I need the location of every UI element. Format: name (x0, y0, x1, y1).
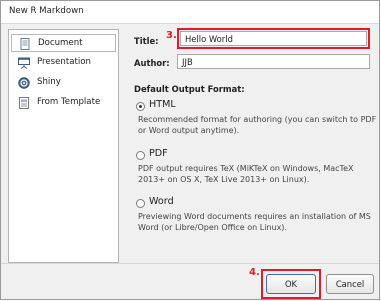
template-icon (19, 97, 29, 109)
format-sidebar: Document Presentation Shiny From Templat… (8, 29, 119, 263)
step-3-annotation: 3. (166, 30, 177, 41)
word-radio[interactable] (136, 199, 145, 208)
footer-divider (1, 263, 379, 264)
sidebar-item-document[interactable]: Document (11, 34, 116, 52)
sidebar-item-label: Presentation (37, 57, 91, 67)
author-label: Author: (134, 58, 170, 68)
title-label: Title: (134, 36, 159, 46)
shiny-icon (18, 77, 30, 89)
title-input[interactable]: Hello World (180, 31, 367, 46)
description-line: Previewing Word documents requires an in… (138, 212, 371, 221)
presentation-icon (18, 57, 30, 69)
description-line: Recommended format for authoring (you ca… (138, 115, 377, 124)
pdf-description: PDF output requires TeX (MiKTeX on Windo… (138, 163, 353, 185)
sidebar-item-from-template[interactable]: From Template (11, 94, 116, 112)
description-line: or Word output anytime). (138, 126, 240, 135)
sidebar-item-label: Document (38, 38, 83, 48)
title-bar[interactable]: New R Markdown (1, 1, 379, 24)
sidebar-item-label: Shiny (37, 77, 61, 87)
html-option-label[interactable]: HTML (149, 99, 176, 110)
sidebar-item-label: From Template (37, 97, 101, 107)
word-option-label[interactable]: Word (149, 196, 174, 207)
description-line: PDF output requires TeX (MiKTeX on Windo… (138, 164, 354, 173)
html-description: Recommended format for authoring (you ca… (138, 114, 376, 136)
step-4-annotation: 4. (249, 267, 260, 278)
pdf-radio[interactable] (136, 151, 145, 160)
cancel-button[interactable]: Cancel (326, 274, 374, 294)
sidebar-item-presentation[interactable]: Presentation (11, 54, 116, 72)
description-line: Word (or Libre/Open Office on Linux). (138, 223, 287, 232)
word-description: Previewing Word documents requires an in… (138, 211, 371, 233)
pdf-option-label[interactable]: PDF (149, 148, 168, 159)
html-radio[interactable] (136, 102, 145, 111)
output-format-heading: Default Output Format: (134, 84, 245, 94)
dialog-title: New R Markdown (9, 6, 84, 16)
new-r-markdown-dialog: New R Markdown Document Presentation Shi… (0, 0, 380, 300)
author-input[interactable]: JJB (177, 54, 370, 69)
ok-button[interactable]: OK (266, 274, 316, 294)
description-line: 2013+ on OS X, TeX Live 2013+ on Linux). (138, 175, 310, 184)
sidebar-item-shiny[interactable]: Shiny (11, 74, 116, 92)
document-icon (20, 38, 30, 50)
